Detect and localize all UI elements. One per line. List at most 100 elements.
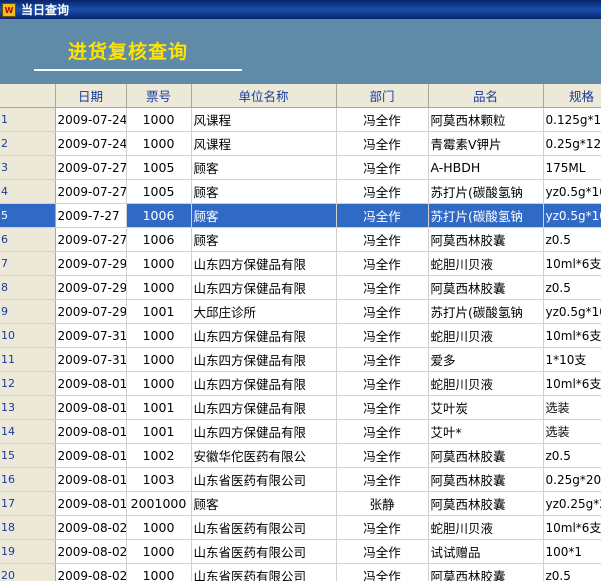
table-row[interactable]: 13 2009-08-01 1001 山东四方保健品有限 冯全作 艾叶炭 选装 xyxy=(0,395,601,420)
row-number[interactable]: 12 xyxy=(0,371,56,396)
cell-date[interactable]: 2009-07-29 xyxy=(55,251,127,276)
cell-product-name[interactable]: 阿莫西林胶囊 xyxy=(428,563,544,581)
cell-unit-name[interactable]: 山东四方保健品有限 xyxy=(191,419,337,444)
cell-product-name[interactable]: 蛇胆川贝液 xyxy=(428,371,544,396)
cell-department[interactable]: 冯全作 xyxy=(336,539,429,564)
table-row[interactable]: 8 2009-07-29 1000 山东四方保健品有限 冯全作 阿莫西林胶囊 z0.5 xyxy=(0,275,601,300)
cell-unit-name[interactable]: 顾客 xyxy=(191,491,337,516)
row-number[interactable]: 9 xyxy=(0,299,56,324)
cell-date[interactable]: 2009-07-24 xyxy=(55,131,127,156)
cell-product-name[interactable]: 苏打片(碳酸氢钠 xyxy=(428,179,544,204)
cell-spec[interactable]: z0.5 xyxy=(543,275,601,300)
cell-department[interactable]: 冯全作 xyxy=(336,179,429,204)
row-number[interactable]: 14 xyxy=(0,419,56,444)
cell-unit-name[interactable]: 山东四方保健品有限 xyxy=(191,347,337,372)
cell-department[interactable]: 冯全作 xyxy=(336,395,429,420)
cell-date[interactable]: 2009-08-01 xyxy=(55,419,127,444)
cell-product-name[interactable]: 试试赠品 xyxy=(428,539,544,564)
cell-ticket-no[interactable]: 2001000 xyxy=(126,491,192,516)
cell-date[interactable]: 2009-08-01 xyxy=(55,443,127,468)
cell-product-name[interactable]: 爱多 xyxy=(428,347,544,372)
column-header-rownum[interactable] xyxy=(0,84,56,108)
cell-product-name[interactable]: 艾叶炭 xyxy=(428,395,544,420)
cell-department[interactable]: 张静 xyxy=(336,491,429,516)
cell-product-name[interactable]: 苏打片(碳酸氢钠 xyxy=(428,203,544,228)
cell-spec[interactable]: 0.125g*12 xyxy=(543,107,601,132)
row-number[interactable]: 4 xyxy=(0,179,56,204)
table-row[interactable]: 16 2009-08-01 1003 山东省医药有限公司 冯全作 阿莫西林胶囊 0.25g*… xyxy=(0,467,601,492)
cell-spec[interactable]: 0.25g*12片 xyxy=(543,131,601,156)
cell-spec[interactable]: 10ml*6支 xyxy=(543,251,601,276)
cell-spec[interactable]: yz0.5g*10 xyxy=(543,179,601,204)
table-row[interactable]: 17 2009-08-01 2001000 顾客 张静 阿莫西林胶囊 yz0.25g*2 xyxy=(0,491,601,516)
cell-ticket-no[interactable]: 1000 xyxy=(126,275,192,300)
table-row[interactable]: 22009-07-241000风课程冯全作青霉素V钾片0.25g*12片 xyxy=(0,131,601,156)
cell-spec[interactable]: yz0.5g*10 xyxy=(543,299,601,324)
row-number[interactable]: 2 xyxy=(0,131,56,156)
cell-department[interactable]: 冯全作 xyxy=(336,419,429,444)
cell-unit-name[interactable]: 山东省医药有限公司 xyxy=(191,563,337,581)
cell-unit-name[interactable]: 山东四方保健品有限 xyxy=(191,395,337,420)
cell-unit-name[interactable]: 大邱庄诊所 xyxy=(191,299,337,324)
cell-department[interactable]: 冯全作 xyxy=(336,227,429,252)
row-number[interactable]: 19 xyxy=(0,539,56,564)
cell-spec[interactable]: 选装 xyxy=(543,395,601,420)
cell-department[interactable]: 冯全作 xyxy=(336,323,429,348)
row-number[interactable]: 5 xyxy=(0,203,56,228)
cell-unit-name[interactable]: 顾客 xyxy=(191,155,337,180)
cell-unit-name[interactable]: 山东四方保健品有限 xyxy=(191,251,337,276)
cell-product-name[interactable]: 阿莫西林颗粒 xyxy=(428,107,544,132)
cell-ticket-no[interactable]: 1003 xyxy=(126,467,192,492)
table-row[interactable]: 18 2009-08-02 1000 山东省医药有限公司 冯全作 蛇胆川贝液 10ml*6支 xyxy=(0,515,601,540)
cell-date[interactable]: 2009-07-27 xyxy=(55,227,127,252)
results-grid[interactable]: 日期 票号 单位名称 部门 品名 规格 1 2009-07-24 1000 风课程 冯全… xyxy=(0,84,601,581)
cell-date[interactable]: 2009-08-01 xyxy=(55,467,127,492)
cell-department[interactable]: 冯全作 xyxy=(336,515,429,540)
cell-ticket-no[interactable]: 1001 xyxy=(126,395,192,420)
cell-spec[interactable]: 10ml*6支 xyxy=(543,371,601,396)
cell-date[interactable]: 2009-07-24 xyxy=(55,107,127,132)
cell-date[interactable]: 2009-08-01 xyxy=(55,395,127,420)
row-number[interactable]: 15 xyxy=(0,443,56,468)
cell-spec[interactable]: z0.5 xyxy=(543,227,601,252)
cell-department[interactable]: 冯全作 xyxy=(336,467,429,492)
cell-ticket-no[interactable]: 1005 xyxy=(126,155,192,180)
cell-unit-name[interactable]: 山东省医药有限公司 xyxy=(191,539,337,564)
row-number[interactable]: 1 xyxy=(0,107,56,132)
cell-unit-name[interactable]: 山东省医药有限公司 xyxy=(191,515,337,540)
cell-product-name[interactable]: 青霉素V钾片 xyxy=(428,131,544,156)
row-number[interactable]: 7 xyxy=(0,251,56,276)
cell-department[interactable]: 冯全作 xyxy=(336,275,429,300)
cell-date[interactable]: 2009-7-27 xyxy=(55,203,127,228)
table-row[interactable]: 10 2009-07-31 1000 山东四方保健品有限 冯全作 蛇胆川贝液 10ml*6支 xyxy=(0,323,601,348)
row-number[interactable]: 11 xyxy=(0,347,56,372)
window-title-bar[interactable]: W 当日查询 xyxy=(0,0,601,19)
cell-department[interactable]: 冯全作 xyxy=(336,251,429,276)
cell-product-name[interactable]: 阿莫西林胶囊 xyxy=(428,275,544,300)
cell-unit-name[interactable]: 风课程 xyxy=(191,107,337,132)
cell-unit-name[interactable]: 顾客 xyxy=(191,179,337,204)
cell-unit-name[interactable]: 安徽华佗医药有限公 xyxy=(191,443,337,468)
table-row[interactable]: 6 2009-07-27 1006 顾客 冯全作 阿莫西林胶囊 z0.5 xyxy=(0,227,601,252)
table-row[interactable]: 4 2009-07-27 1005 顾客 冯全作 苏打片(碳酸氢钠 yz0.5g*10 xyxy=(0,179,601,204)
cell-department[interactable]: 冯全作 xyxy=(336,443,429,468)
column-header-dept[interactable]: 部门 xyxy=(336,84,429,108)
cell-unit-name[interactable]: 风课程 xyxy=(191,131,337,156)
cell-date[interactable]: 2009-07-29 xyxy=(55,275,127,300)
cell-department[interactable]: 冯全作 xyxy=(336,371,429,396)
table-row[interactable]: 7 2009-07-29 1000 山东四方保健品有限 冯全作 蛇胆川贝液 10ml*6支 xyxy=(0,251,601,276)
cell-department[interactable]: 冯全作 xyxy=(336,107,429,132)
cell-product-name[interactable]: 阿莫西林胶囊 xyxy=(428,443,544,468)
cell-product-name[interactable]: 蛇胆川贝液 xyxy=(428,251,544,276)
cell-spec[interactable]: z0.5 xyxy=(543,563,601,581)
cell-product-name[interactable]: 阿莫西林胶囊 xyxy=(428,227,544,252)
column-header-unit[interactable]: 单位名称 xyxy=(191,84,337,108)
row-number[interactable]: 16 xyxy=(0,467,56,492)
row-number[interactable]: 17 xyxy=(0,491,56,516)
row-number[interactable]: 6 xyxy=(0,227,56,252)
cell-department[interactable]: 冯全作 xyxy=(336,563,429,581)
row-number[interactable]: 10 xyxy=(0,323,56,348)
cell-date[interactable]: 2009-07-31 xyxy=(55,347,127,372)
cell-unit-name[interactable]: 山东四方保健品有限 xyxy=(191,323,337,348)
cell-product-name[interactable]: 蛇胆川贝液 xyxy=(428,515,544,540)
